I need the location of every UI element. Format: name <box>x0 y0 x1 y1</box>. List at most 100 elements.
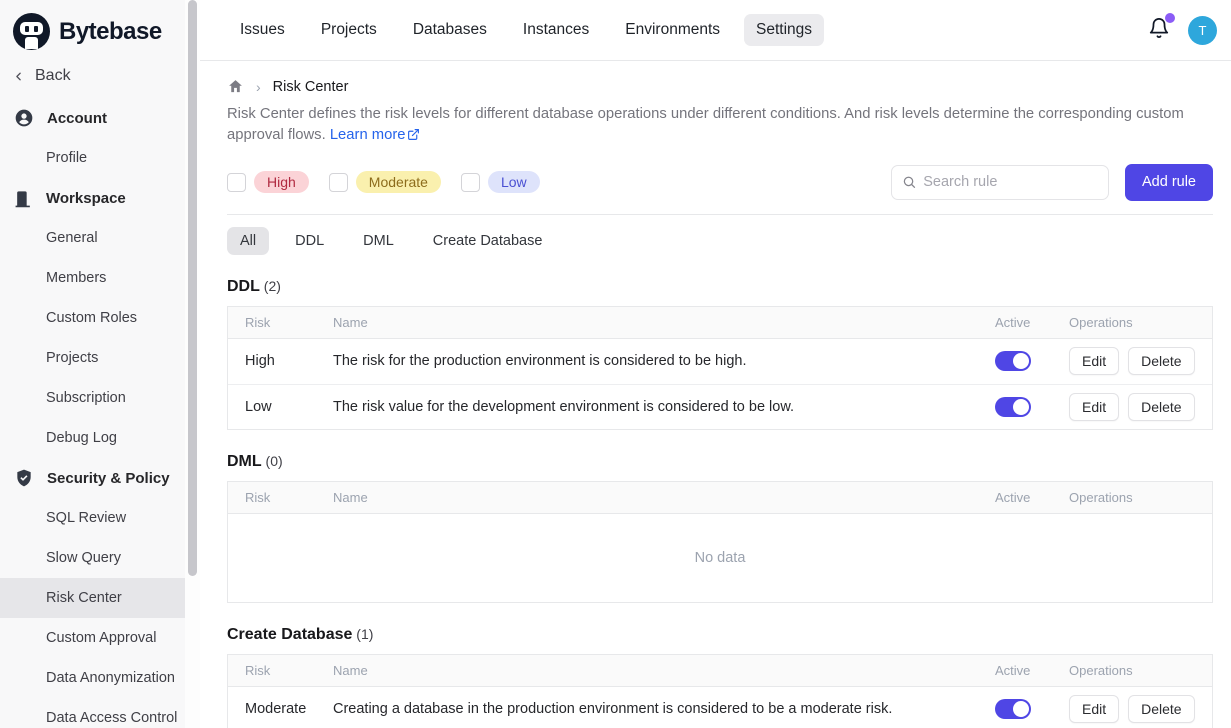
app-window: Bytebase Back AccountProfile Workspace Gen… <box>0 0 1231 728</box>
rule-name-cell: Creating a database in the production en… <box>316 701 978 717</box>
sidebar-item-general[interactable]: General <box>0 218 185 258</box>
nav-item-projects[interactable]: Projects <box>309 14 389 46</box>
rule-name-cell: The risk value for the development envir… <box>316 399 978 415</box>
table-header-row: RiskNameActiveOperations <box>228 307 1212 339</box>
rule-name-cell: The risk for the production environment … <box>316 353 978 369</box>
risk-pill-low: Low <box>488 171 540 193</box>
rule-table-create-database: RiskNameActiveOperationsModerateCreating… <box>227 654 1213 728</box>
sidebar-item-debug-log[interactable]: Debug Log <box>0 418 185 458</box>
tab-ddl[interactable]: DDL <box>282 227 337 255</box>
tab-all[interactable]: All <box>227 227 269 255</box>
rule-sections: DDL (2)RiskNameActiveOperationsHighThe r… <box>227 278 1213 728</box>
nav-item-databases[interactable]: Databases <box>401 14 499 46</box>
checkbox-low[interactable] <box>461 173 480 192</box>
tab-create-database[interactable]: Create Database <box>420 227 556 255</box>
checkbox-moderate[interactable] <box>329 173 348 192</box>
topbar-right: T <box>1148 16 1217 45</box>
add-rule-button[interactable]: Add rule <box>1125 164 1213 201</box>
operations-cell: Edit Delete <box>1052 695 1212 723</box>
sidebar-item-members[interactable]: Members <box>0 258 185 298</box>
bytebase-logo[interactable]: Bytebase <box>0 0 185 56</box>
sidebar-item-subscription[interactable]: Subscription <box>0 378 185 418</box>
back-button[interactable]: Back <box>0 56 185 96</box>
active-toggle[interactable] <box>995 699 1031 719</box>
section-count: (0) <box>262 453 283 469</box>
sidebar-item-custom-roles[interactable]: Custom Roles <box>0 298 185 338</box>
nav-item-environments[interactable]: Environments <box>613 14 732 46</box>
operations-cell: Edit Delete <box>1052 347 1212 375</box>
search-rule-input[interactable] <box>923 174 1098 190</box>
notifications-button[interactable] <box>1148 17 1170 44</box>
top-nav-items: Issues Projects Databases Instances Environm… <box>228 14 824 46</box>
sidebar-item-projects[interactable]: Projects <box>0 338 185 378</box>
sidebar-item-data-access-control[interactable]: Data Access Control <box>0 698 185 728</box>
edit-button[interactable]: Edit <box>1069 695 1119 723</box>
sidebar-section-workspace: Workspace <box>0 178 185 218</box>
nav-item-settings[interactable]: Settings <box>744 14 824 46</box>
active-toggle[interactable] <box>995 351 1031 371</box>
column-header-active: Active <box>978 663 1052 678</box>
risk-pill-high: High <box>254 171 309 193</box>
risk-cell: Low <box>228 399 316 415</box>
filter-moderate[interactable]: Moderate <box>329 171 441 193</box>
breadcrumb-current: Risk Center <box>273 79 349 95</box>
section-name: Create Database <box>227 626 352 643</box>
column-header-risk: Risk <box>228 663 316 678</box>
filter-toolbar: High Moderate Low Add rule <box>227 164 1213 215</box>
column-header-name: Name <box>316 663 978 678</box>
section-count: (2) <box>260 278 281 294</box>
active-toggle[interactable] <box>995 397 1031 417</box>
sidebar-item-sql-review[interactable]: SQL Review <box>0 498 185 538</box>
column-header-operations: Operations <box>1052 315 1212 330</box>
section-title-dml: DML (0) <box>227 453 1213 471</box>
operations-buttons: Edit Delete <box>1069 347 1212 375</box>
sidebar-item-profile[interactable]: Profile <box>0 138 185 178</box>
sidebar-item-custom-approval[interactable]: Custom Approval <box>0 618 185 658</box>
delete-button[interactable]: Delete <box>1128 347 1194 375</box>
top-navigation-bar: Issues Projects Databases Instances Environm… <box>200 0 1231 61</box>
learn-more-link[interactable]: Learn more <box>330 127 420 143</box>
edit-button[interactable]: Edit <box>1069 347 1119 375</box>
avatar[interactable]: T <box>1188 16 1217 45</box>
empty-state: No data <box>228 514 1212 602</box>
table-header-row: RiskNameActiveOperations <box>228 655 1212 687</box>
sidebar-section-account: Account <box>0 98 185 138</box>
home-icon[interactable] <box>227 78 244 95</box>
sidebar-section-security-policy: Security & Policy <box>0 458 185 498</box>
nav-item-instances[interactable]: Instances <box>511 14 601 46</box>
toggle-knob <box>1013 399 1029 415</box>
brand-name: Bytebase <box>59 18 162 46</box>
main-area: Issues Projects Databases Instances Environm… <box>200 0 1231 728</box>
risk-level-filters: High Moderate Low <box>227 171 560 193</box>
sidebar-section-label: Workspace <box>46 190 126 207</box>
sidebar-item-risk-center[interactable]: Risk Center <box>0 578 185 618</box>
scrollbar-thumb[interactable] <box>188 0 197 576</box>
section-name: DML <box>227 453 262 470</box>
sidebar-item-data-anonymization[interactable]: Data Anonymization <box>0 658 185 698</box>
table-row: HighThe risk for the production environm… <box>228 339 1212 384</box>
sidebar-item-slow-query[interactable]: Slow Query <box>0 538 185 578</box>
column-header-risk: Risk <box>228 315 316 330</box>
search-rule-box[interactable] <box>891 165 1109 200</box>
checkbox-high[interactable] <box>227 173 246 192</box>
column-header-active: Active <box>978 315 1052 330</box>
section-title-ddl: DDL (2) <box>227 278 1213 296</box>
tab-dml[interactable]: DML <box>350 227 407 255</box>
active-cell <box>978 351 1052 371</box>
delete-button[interactable]: Delete <box>1128 393 1194 421</box>
column-header-name: Name <box>316 490 978 505</box>
column-header-active: Active <box>978 490 1052 505</box>
delete-button[interactable]: Delete <box>1128 695 1194 723</box>
nav-item-issues[interactable]: Issues <box>228 14 297 46</box>
column-header-risk: Risk <box>228 490 316 505</box>
category-tabs: All DDL DML Create Database <box>227 227 1213 255</box>
risk-center-page: › Risk Center Risk Center defines the ri… <box>200 61 1231 728</box>
table-header-row: RiskNameActiveOperations <box>228 482 1212 514</box>
filter-high[interactable]: High <box>227 171 309 193</box>
sidebar-scrollbar[interactable] <box>185 0 200 728</box>
column-header-operations: Operations <box>1052 663 1212 678</box>
table-row: LowThe risk value for the development en… <box>228 384 1212 429</box>
edit-button[interactable]: Edit <box>1069 393 1119 421</box>
filter-low[interactable]: Low <box>461 171 540 193</box>
external-link-icon <box>407 127 420 148</box>
